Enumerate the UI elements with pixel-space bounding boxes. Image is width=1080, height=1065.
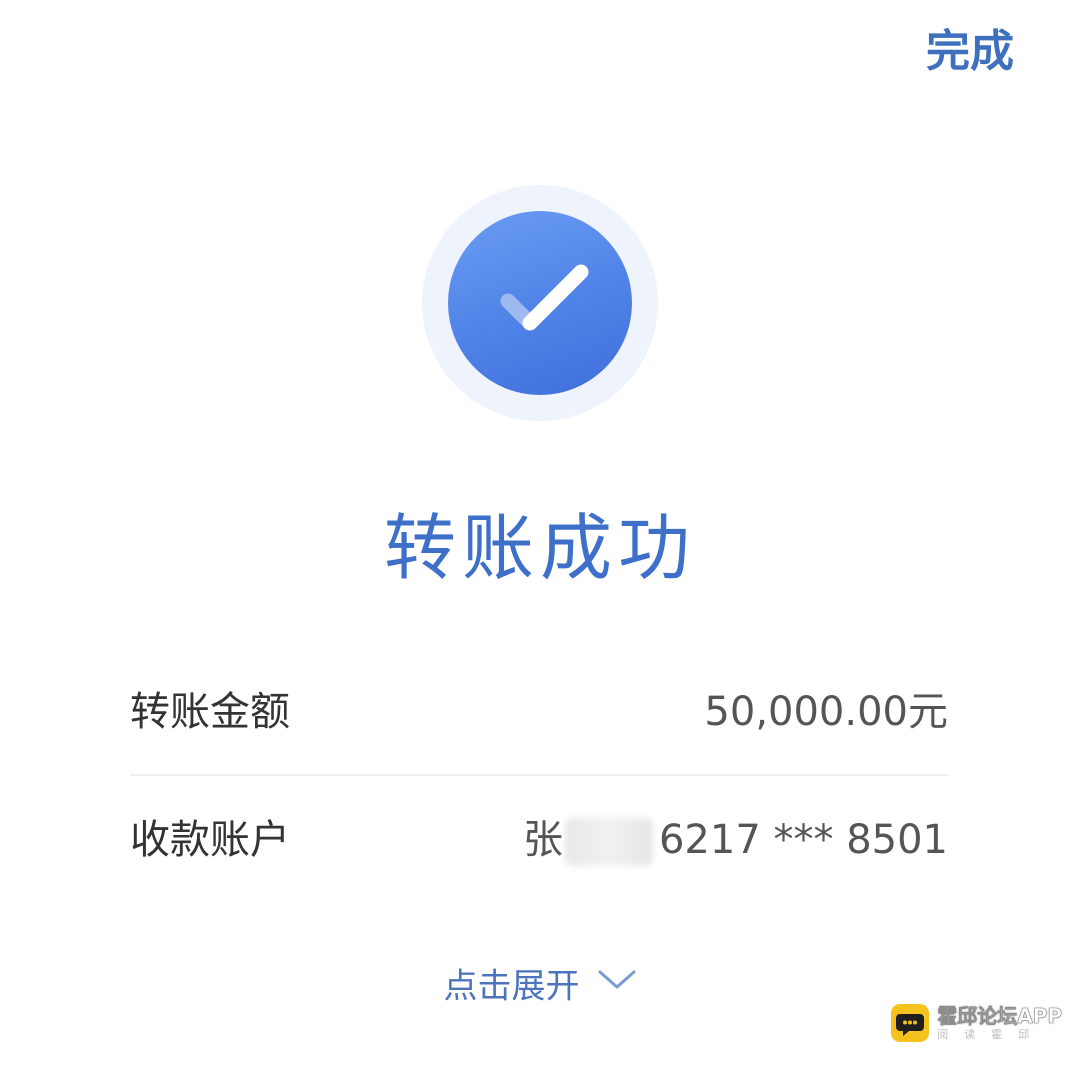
forum-watermark: 霍邱论坛APP 阅读霍邱 [891, 997, 1062, 1049]
success-status-icon-halo [422, 185, 658, 421]
chevron-down-icon [597, 959, 637, 1015]
watermark-text: 霍邱论坛APP 阅读霍邱 [937, 1006, 1062, 1040]
expand-label: 点击展开 [443, 966, 580, 1007]
payee-account-number: 6217 *** 8501 [658, 817, 948, 863]
payee-account-label: 收款账户 [130, 817, 290, 863]
payee-name-prefix: 张 [522, 817, 563, 863]
status-title: 转账成功 [383, 506, 696, 590]
amount-label: 转账金额 [130, 689, 290, 735]
amount-value: 50,000.00元 [704, 689, 948, 735]
payee-account-row: 收款账户 张 6217 *** 8501 [130, 800, 948, 880]
watermark-subtitle: 阅读霍邱 [937, 1028, 1046, 1041]
transfer-result-page: 完成 转账成功 转账金额 50,000.00元 收款账户 张 6217 *** 8… [0, 0, 1080, 1065]
done-button[interactable]: 完成 [926, 22, 1014, 82]
check-circle-icon [448, 211, 632, 395]
chat-bubble-logo-icon [891, 1004, 930, 1042]
watermark-name: 霍邱论坛APP [937, 1004, 1062, 1028]
divider [130, 774, 948, 776]
amount-row: 转账金额 50,000.00元 [130, 672, 948, 752]
redacted-name-blur [564, 818, 653, 866]
payee-account-value: 张 6217 *** 8501 [523, 800, 948, 880]
